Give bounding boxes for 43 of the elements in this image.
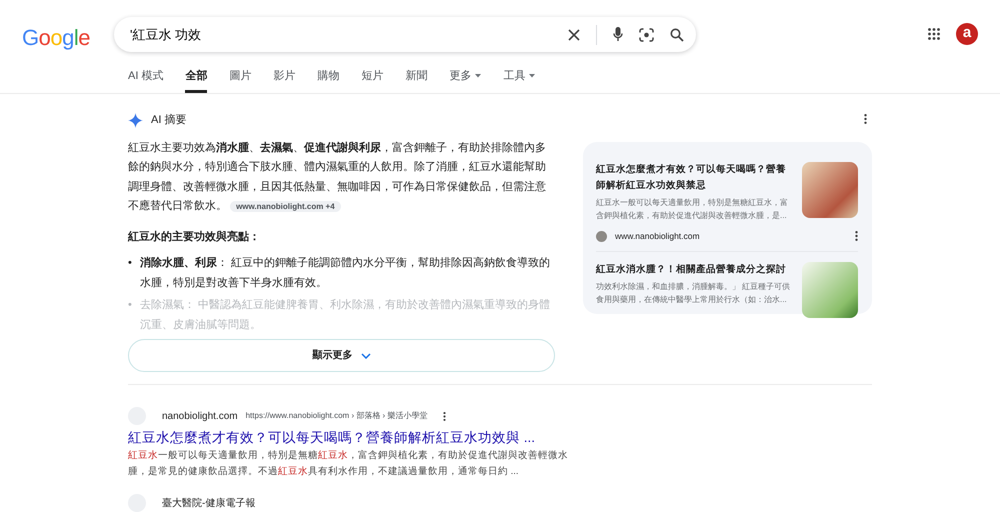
source-snippet: 功效利水除濕，和血排膿，消腫解毒。」 紅豆種子可供食用與藥用，在傳統中醫學上常用於行水（如：治水... [596,280,792,306]
bullet-marker: • [128,256,132,271]
sparkle-icon [128,112,143,128]
show-more-button[interactable]: 顯示更多 [128,339,555,372]
search-input[interactable]: '紅豆水 功效 [128,24,552,46]
microphone-icon[interactable] [613,27,623,42]
camera-icon[interactable] [639,28,654,42]
photo-placeholder [802,262,858,318]
search-tab[interactable]: 全部 [185,68,208,93]
more-options-icon[interactable] [443,412,446,420]
search-tab[interactable]: AI 模式 [128,68,164,93]
site-name: 臺大醫院-健康電子報 [162,496,256,511]
search-tab[interactable]: 更多 [449,68,482,93]
bullet-marker: • [128,298,132,313]
result-url[interactable]: https://www.nanobiolight.com › 部落格 › 樂活小學堂 [246,410,428,422]
search-tab[interactable]: 短片 [361,68,384,93]
source-title[interactable]: 紅豆水消水腫？！相關產品營養成分之探討 [596,262,794,278]
search-tab[interactable]: 工具 [503,68,536,93]
summary-paragraph: 紅豆水主要功效為消水腫、去濕氣、促進代謝與利尿，富含鉀離子，有助於排除體內多餘的鈉與水分，特別適合下肢水腫、體內濕氣重的人飲用。除了消腫，紅豆水還能幫助調理身體、改善輕微水腫，且因其低熱量、無咖啡因，可作為日常保健飲品，但需注意不應替代日常飲水。 www.nanobiolight.com +4 [128,140,547,214]
chevron-down-icon [360,352,370,358]
account-avatar[interactable]: a [956,23,978,45]
source-title[interactable]: 紅豆水怎麼煮才有效？可以每天喝嗎？營養師解析紅豆水功效與禁忌 [596,162,794,194]
site-favicon [596,230,607,242]
search-tab[interactable]: 購物 [317,68,340,93]
result-title-link[interactable]: 紅豆水怎麼煮才有效？可以每天喝嗎？營養師解析紅豆水功效與 ... [128,428,1000,448]
close-icon[interactable] [568,28,580,40]
source-site[interactable]: www.nanobiolight.com [615,230,700,243]
apps-grid-icon[interactable] [928,28,940,40]
search-tab[interactable]: 圖片 [229,68,252,93]
search-tab[interactable]: 新聞 [405,68,428,93]
section-heading: 紅豆水的主要功效與亮點： [128,230,261,244]
more-options-icon[interactable] [855,231,858,242]
result-snippet: 紅豆水一般可以每天適量飲用，特別是無糖紅豆水，富含鉀與植化素，有助於促進代謝與改善輕微水腫，是常見的健康飲品選擇。不過紅豆水具有利水作用，不建議過量飲用，通常每日約 ... [128,449,569,480]
more-options-icon[interactable] [864,114,867,124]
section-title: AI 摘要 [151,112,186,128]
bullet-text: 去除濕氣： 中醫認為紅豆能健脾養胃、利水除濕，有助於改善體內濕氣重導致的身體沉重、皮膚油膩等問題。 [140,298,551,333]
source-snippet: 紅豆水一般可以每天適量飲用，特別是無糖紅豆水，富含鉀與植化素，有助於促進代謝與改善輕微水腫，是... [596,197,789,222]
search-icon[interactable] [670,28,684,42]
bullet-text: 消除水腫、利尿： 紅豆中的鉀離子能調節體內水分平衡，幫助排除因高鈉飲食導致的水腫，特別是對改善下半身水腫有效。 [140,256,551,291]
search-tab[interactable]: 影片 [273,68,296,93]
google-logo[interactable]: Google [22,21,114,54]
site-name: nanobiolight.com [162,410,238,424]
photo-placeholder [802,162,858,218]
